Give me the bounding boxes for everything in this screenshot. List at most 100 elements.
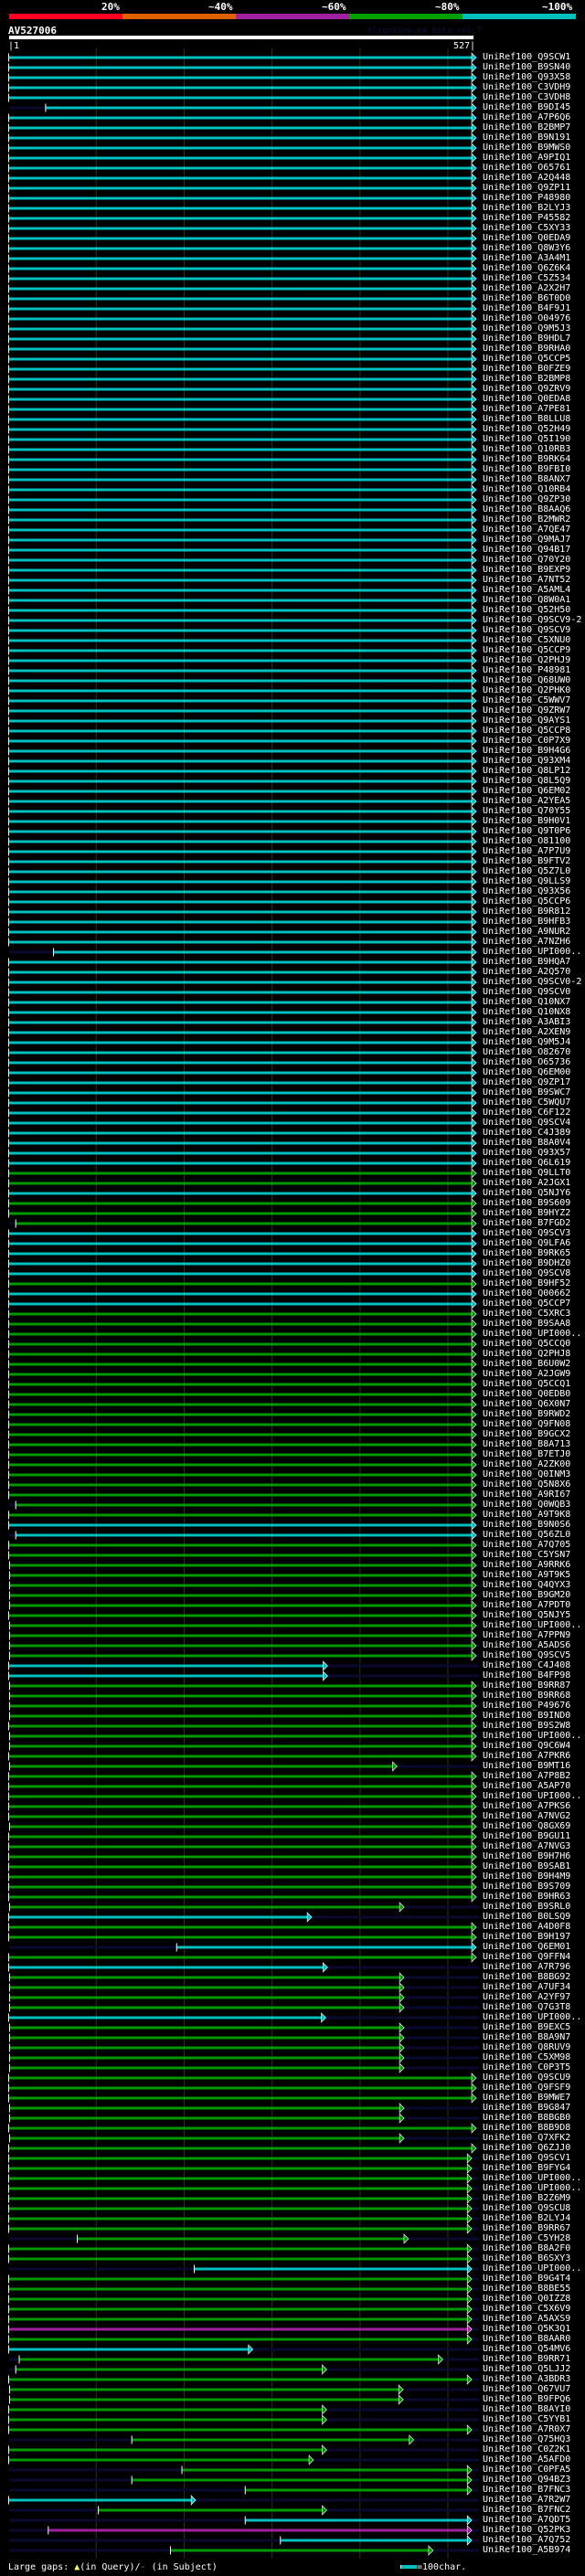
hit-label[interactable]: UniRef100_Q9SCV4: [483, 1118, 570, 1128]
hit-label[interactable]: UniRef100_B9RWD2: [483, 1409, 570, 1419]
hit-label[interactable]: UniRef100_B2BMP7: [483, 122, 570, 133]
hit-label[interactable]: UniRef100_O82670: [483, 1047, 570, 1057]
hit-label[interactable]: UniRef100_C5YYB1: [483, 2414, 570, 2424]
hit-label[interactable]: UniRef100_C0P7X9: [483, 736, 570, 746]
hit-label[interactable]: UniRef100_Q5K3Q1: [483, 2324, 570, 2334]
hit-label[interactable]: UniRef100_Q2PHJ8: [483, 1349, 570, 1359]
hit-label[interactable]: UniRef100_A7Q752: [483, 2535, 570, 2545]
hit-label[interactable]: UniRef100_A2X2H7: [483, 283, 570, 293]
hit-label[interactable]: UniRef100_UPI000..: [483, 1620, 581, 1630]
hit-label[interactable]: UniRef100_Q9LFA6: [483, 1238, 570, 1248]
hit-label[interactable]: UniRef100_C3VDH9: [483, 82, 570, 92]
hit-label[interactable]: UniRef100_Q9ZRV9: [483, 384, 570, 394]
hit-label[interactable]: UniRef100_Q9AYS1: [483, 716, 570, 726]
hit-label[interactable]: UniRef100_UPI000..: [483, 1329, 581, 1339]
hit-label[interactable]: UniRef100_Q4QYX3: [483, 1580, 570, 1590]
hit-label[interactable]: UniRef100_A5AP70: [483, 1781, 570, 1791]
hit-label[interactable]: UniRef100_Q8LP12: [483, 766, 570, 776]
hit-label[interactable]: UniRef100_C5Z534: [483, 273, 570, 283]
hit-label[interactable]: UniRef100_A4D0F8: [483, 1922, 570, 1932]
hit-label[interactable]: UniRef100_Q8RUV9: [483, 2042, 570, 2052]
hit-label[interactable]: UniRef100_P49676: [483, 1701, 570, 1711]
hit-label[interactable]: UniRef100_A7R796: [483, 1962, 570, 1972]
hit-label[interactable]: UniRef100_B9DHZ0: [483, 1258, 570, 1268]
hit-label[interactable]: UniRef100_B9FTV2: [483, 856, 570, 866]
hit-label[interactable]: UniRef100_B9HF52: [483, 1278, 570, 1288]
hit-label[interactable]: UniRef100_Q0EDA9: [483, 233, 570, 243]
hit-label[interactable]: UniRef100_Q00662: [483, 1288, 570, 1299]
hit-label[interactable]: UniRef100_B9SN40: [483, 62, 570, 72]
hit-label[interactable]: UniRef100_O65761: [483, 163, 570, 173]
hit-label[interactable]: UniRef100_B9S2W8: [483, 1721, 570, 1731]
hit-label[interactable]: UniRef100_B9SRL0: [483, 1902, 570, 1912]
hit-label[interactable]: UniRef100_C5XM98: [483, 2052, 570, 2062]
hit-label[interactable]: UniRef100_C3VDH8: [483, 92, 570, 102]
hit-label[interactable]: UniRef100_Q93XM4: [483, 756, 570, 766]
hit-label[interactable]: UniRef100_Q6ZJJ0: [483, 2143, 570, 2153]
hit-label[interactable]: UniRef100_A9RI67: [483, 1489, 570, 1500]
hit-label[interactable]: UniRef100_B8BG92: [483, 1972, 570, 1982]
hit-label[interactable]: UniRef100_UPI000..: [483, 1731, 581, 1741]
hit-label[interactable]: UniRef100_B8LLU8: [483, 414, 570, 424]
hit-label[interactable]: UniRef100_B9SAB1: [483, 1861, 570, 1871]
hit-label[interactable]: UniRef100_B4F9J1: [483, 303, 570, 313]
hit-label[interactable]: UniRef100_B9GCX2: [483, 1429, 570, 1439]
hit-label[interactable]: UniRef100_B9H4G6: [483, 746, 570, 756]
hit-label[interactable]: UniRef100_Q8W3Y6: [483, 243, 570, 253]
hit-label[interactable]: UniRef100_Q6EM02: [483, 786, 570, 796]
hit-label[interactable]: UniRef100_C5XNU0: [483, 635, 570, 645]
hit-label[interactable]: UniRef100_Q9SCU8: [483, 2203, 570, 2213]
hit-label[interactable]: UniRef100_Q93X56: [483, 886, 570, 896]
hit-label[interactable]: UniRef100_Q94BZ3: [483, 2475, 570, 2485]
hit-label[interactable]: UniRef100_Q0IZZ8: [483, 2294, 570, 2304]
hit-label[interactable]: UniRef100_B8A2F0: [483, 2243, 570, 2253]
hit-label[interactable]: UniRef100_Q7G3T8: [483, 2002, 570, 2012]
hit-label[interactable]: UniRef100_A9T9K8: [483, 1510, 570, 1520]
hit-label[interactable]: UniRef100_Q9SCV8: [483, 1268, 570, 1278]
hit-label[interactable]: UniRef100_B9SAA8: [483, 1319, 570, 1329]
hit-label[interactable]: UniRef100_Q5CCQ1: [483, 1379, 570, 1389]
hit-label[interactable]: UniRef100_Q6X0N7: [483, 1399, 570, 1409]
hit-label[interactable]: UniRef100_C0Z2K1: [483, 2444, 570, 2454]
hit-label[interactable]: UniRef100_A2Q570: [483, 967, 570, 977]
hit-label[interactable]: UniRef100_Q9SCV1: [483, 2153, 570, 2163]
hit-label[interactable]: UniRef100_Q9SCV0: [483, 987, 570, 997]
hit-label[interactable]: UniRef100_A7QE47: [483, 525, 570, 535]
hit-label[interactable]: UniRef100_Q5CCQ0: [483, 1339, 570, 1349]
hit-label[interactable]: UniRef100_C5X6V9: [483, 2304, 570, 2314]
hit-label[interactable]: UniRef100_A7P8B2: [483, 1771, 570, 1781]
hit-label[interactable]: UniRef100_C5YH28: [483, 2233, 570, 2243]
hit-label[interactable]: UniRef100_C5XY33: [483, 223, 570, 233]
hit-label[interactable]: UniRef100_A9RRK6: [483, 1560, 570, 1570]
hit-label[interactable]: UniRef100_Q5Z7L0: [483, 866, 570, 876]
hit-label[interactable]: UniRef100_C0P3T5: [483, 2062, 570, 2072]
hit-label[interactable]: UniRef100_Q9FFN4: [483, 1952, 570, 1962]
hit-label[interactable]: UniRef100_B9N0S6: [483, 1520, 570, 1530]
hit-label[interactable]: UniRef100_B7FNC3: [483, 2485, 570, 2495]
hit-label[interactable]: UniRef100_B9H4M9: [483, 1871, 570, 1882]
hit-label[interactable]: UniRef100_B8A713: [483, 1439, 570, 1449]
hit-label[interactable]: UniRef100_Q8GX69: [483, 1821, 570, 1831]
hit-label[interactable]: UniRef100_B9FPQ6: [483, 2394, 570, 2404]
hit-label[interactable]: UniRef100_Q52H49: [483, 424, 570, 434]
hit-label[interactable]: UniRef100_B9RR71: [483, 2354, 570, 2364]
hit-label[interactable]: UniRef100_Q9SCV0-2: [483, 977, 581, 987]
hit-label[interactable]: UniRef100_Q67VU7: [483, 2384, 570, 2394]
hit-label[interactable]: UniRef100_B9HDL7: [483, 334, 570, 344]
hit-label[interactable]: UniRef100_UPI000..: [483, 2263, 581, 2274]
hit-label[interactable]: UniRef100_C5WQU7: [483, 1097, 570, 1108]
hit-label[interactable]: UniRef100_Q75HQ3: [483, 2434, 570, 2444]
hit-label[interactable]: UniRef100_B9G4T4: [483, 2274, 570, 2284]
hit-label[interactable]: UniRef100_A7PDT0: [483, 1600, 570, 1610]
hit-label[interactable]: UniRef100_Q9ZP11: [483, 183, 570, 193]
hit-label[interactable]: UniRef100_Q10RB4: [483, 484, 570, 494]
hit-label[interactable]: UniRef100_A2XEN9: [483, 1027, 570, 1037]
hit-label[interactable]: UniRef100_A3BDR3: [483, 2374, 570, 2384]
hit-label[interactable]: UniRef100_Q0WQB3: [483, 1500, 570, 1510]
hit-label[interactable]: UniRef100_B9DI45: [483, 102, 570, 112]
hit-label[interactable]: UniRef100_B0FZE9: [483, 364, 570, 374]
hit-label[interactable]: UniRef100_Q9SCV9-2: [483, 615, 581, 625]
hit-label[interactable]: UniRef100_Q10RB3: [483, 444, 570, 454]
hit-label[interactable]: UniRef100_B8AYI0: [483, 2404, 570, 2414]
hit-label[interactable]: UniRef100_A7NVG2: [483, 1811, 570, 1821]
